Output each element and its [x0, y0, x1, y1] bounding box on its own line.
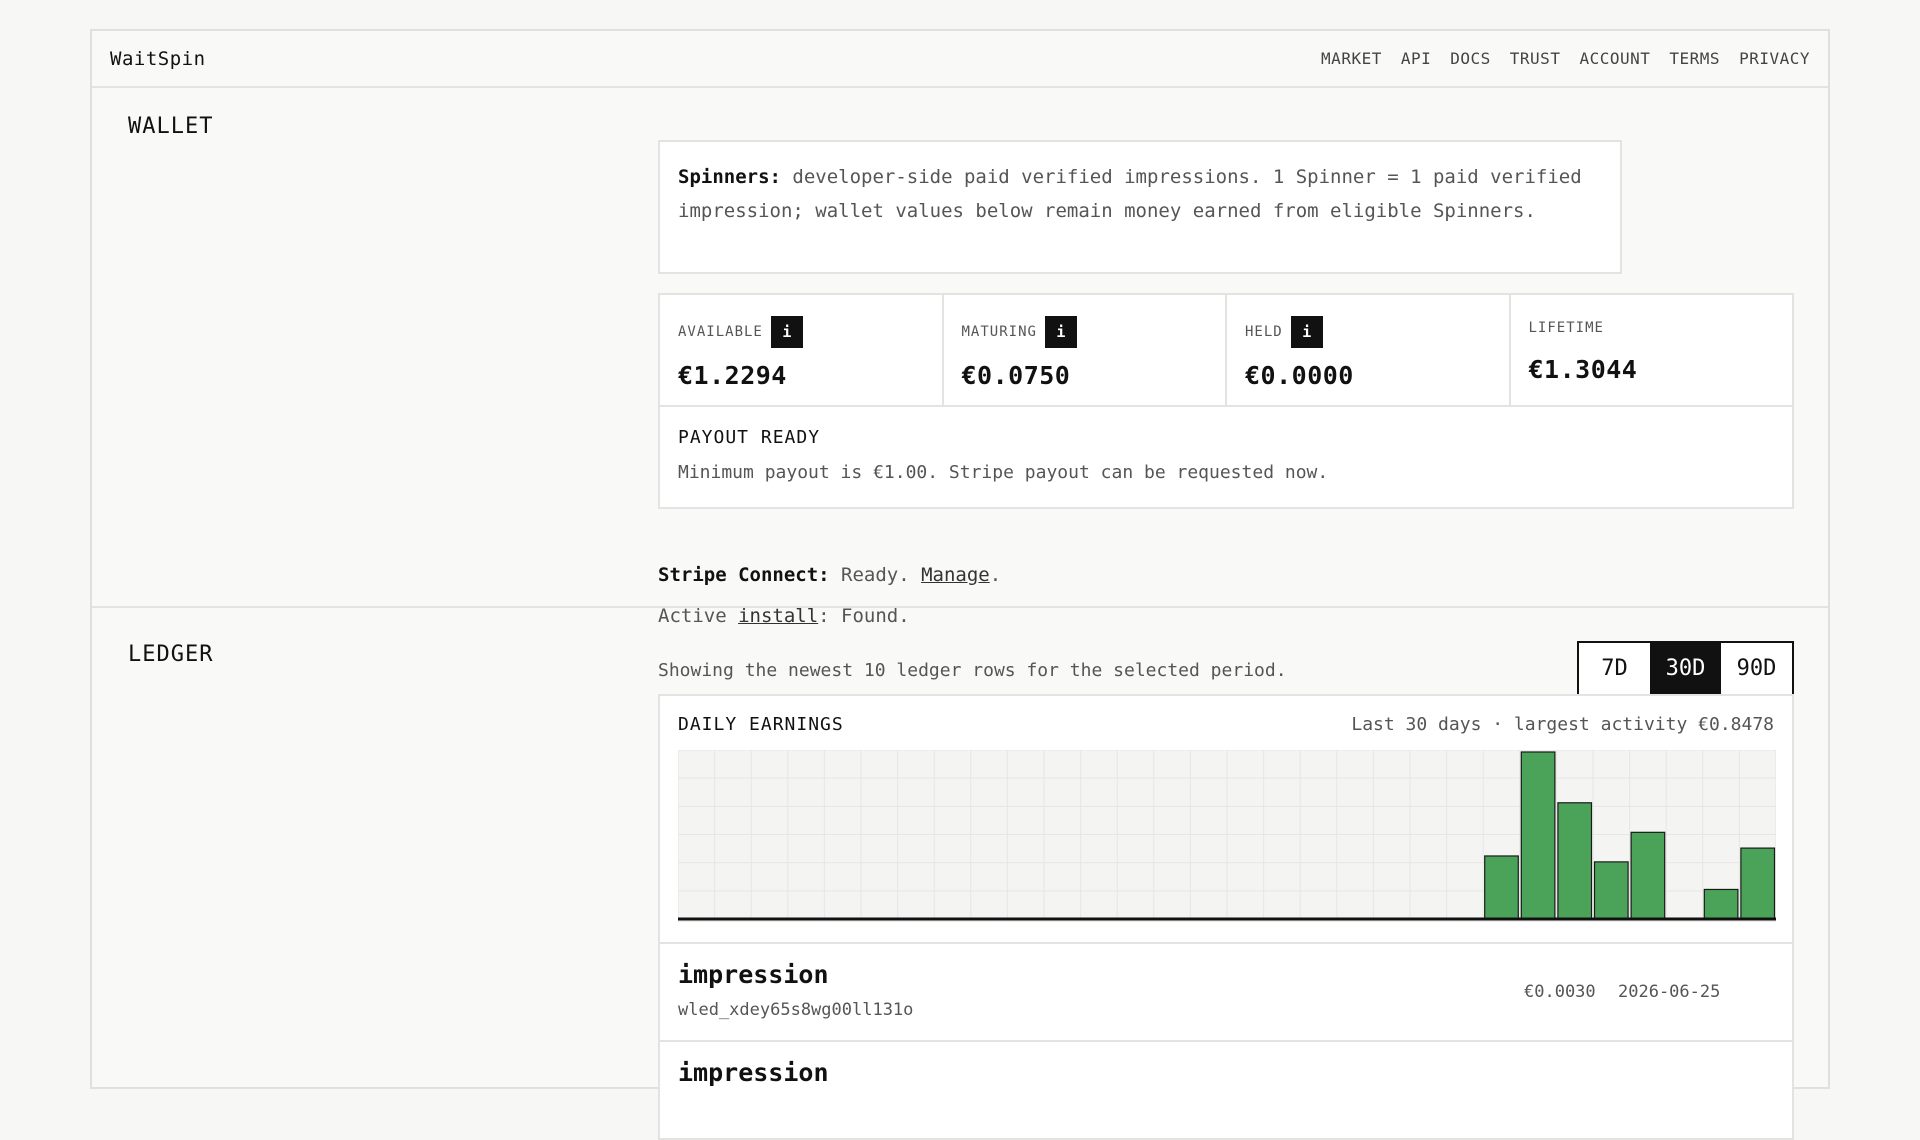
- stat-label: HELD: [1245, 324, 1283, 340]
- row-id: wled_xdey65s8wg00ll131o: [678, 1000, 914, 1020]
- stat-maturing: MATURING i €0.0750: [944, 295, 1227, 405]
- info-icon[interactable]: i: [1290, 316, 1323, 348]
- row-kind: impression: [678, 1058, 829, 1087]
- nav-docs[interactable]: DOCS: [1450, 49, 1491, 68]
- period-90d-button[interactable]: 90D: [1721, 643, 1792, 694]
- chart-bar: [1630, 831, 1666, 920]
- ledger-section: LEDGER Showing the newest 10 ledger rows…: [92, 608, 1828, 1140]
- stripe-status: Ready.: [829, 564, 922, 586]
- ledger-row[interactable]: impression: [658, 1040, 1794, 1140]
- nav-privacy[interactable]: PRIVACY: [1739, 49, 1810, 68]
- wallet-section: WALLET Spinners: developer-side paid ver…: [92, 88, 1828, 627]
- stat-held: HELD i €0.0000: [1227, 295, 1511, 405]
- wallet-title: WALLET: [128, 114, 214, 139]
- wallet-stats: AVAILABLE i €1.2294 MATURING i €0.0750 H…: [658, 293, 1794, 407]
- spinners-text: developer-side paid verified impressions…: [678, 166, 1582, 222]
- stat-label: MATURING: [961, 324, 1037, 340]
- daily-earnings-chart: DAILY EARNINGS Last 30 days · largest ac…: [658, 694, 1794, 944]
- stat-value: €0.0000: [1245, 361, 1354, 390]
- ledger-note: Showing the newest 10 ledger rows for th…: [658, 660, 1287, 681]
- brand-logo[interactable]: WaitSpin: [110, 48, 206, 70]
- stat-value: €0.0750: [961, 361, 1071, 390]
- period-selector: 7D 30D 90D: [1577, 641, 1794, 696]
- ledger-title: LEDGER: [128, 642, 214, 667]
- stat-label: LIFETIME: [1528, 320, 1604, 336]
- stat-available: AVAILABLE i €1.2294: [660, 295, 944, 405]
- stripe-connect-line: Stripe Connect: Ready. Manage.: [658, 564, 1001, 586]
- page: WaitSpin MARKET API DOCS TRUST ACCOUNT T…: [90, 29, 1830, 1140]
- ledger-row[interactable]: impression wled_xdey65s8wg00ll131o €0.00…: [658, 942, 1794, 1042]
- nav-terms[interactable]: TERMS: [1669, 49, 1720, 68]
- period-7d-button[interactable]: 7D: [1579, 643, 1650, 694]
- chart-bar: [1484, 855, 1519, 920]
- main-nav: MARKET API DOCS TRUST ACCOUNT TERMS PRIV…: [1302, 49, 1810, 68]
- stat-lifetime: LIFETIME €1.3044: [1511, 295, 1793, 405]
- nav-account[interactable]: ACCOUNT: [1579, 49, 1650, 68]
- chart-bar: [1520, 751, 1556, 920]
- stat-value: €1.2294: [678, 361, 787, 390]
- row-date: 2026-06-25: [1618, 982, 1721, 1002]
- stat-value: €1.3044: [1528, 355, 1638, 384]
- manage-link[interactable]: Manage: [921, 564, 990, 586]
- info-icon[interactable]: i: [770, 316, 803, 348]
- chart-bar: [1703, 888, 1739, 920]
- payout-panel: PAYOUT READY Minimum payout is €1.00. St…: [658, 405, 1794, 509]
- payout-text: Minimum payout is €1.00. Stripe payout c…: [678, 462, 1329, 483]
- chart-title: DAILY EARNINGS: [678, 714, 844, 735]
- chart-bar: [1557, 802, 1593, 920]
- chart-bar: [1593, 861, 1629, 920]
- chart-bar: [1740, 847, 1776, 920]
- nav-trust[interactable]: TRUST: [1510, 49, 1561, 68]
- stripe-label: Stripe Connect:: [658, 564, 830, 586]
- payout-title: PAYOUT READY: [678, 427, 821, 448]
- stat-label: AVAILABLE: [678, 324, 763, 340]
- row-kind: impression: [678, 960, 829, 989]
- top-bar: WaitSpin MARKET API DOCS TRUST ACCOUNT T…: [92, 31, 1828, 88]
- info-icon[interactable]: i: [1044, 316, 1077, 348]
- chart-plot: [678, 750, 1776, 922]
- nav-market[interactable]: MARKET: [1321, 49, 1382, 68]
- stripe-end: .: [989, 564, 1002, 586]
- period-30d-button[interactable]: 30D: [1650, 643, 1721, 694]
- row-amount: €0.0030: [1524, 982, 1596, 1002]
- chart-subtitle: Last 30 days · largest activity €0.8478: [1351, 714, 1774, 735]
- spinners-info: Spinners: developer-side paid verified i…: [658, 140, 1622, 274]
- nav-api[interactable]: API: [1401, 49, 1431, 68]
- spinners-label: Spinners:: [678, 166, 781, 188]
